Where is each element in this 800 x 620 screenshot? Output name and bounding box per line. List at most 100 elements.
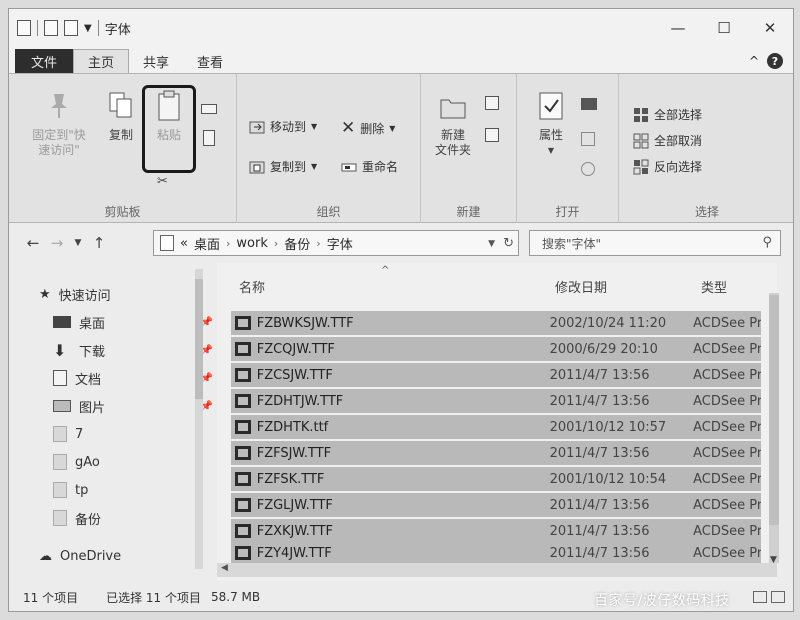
file-list-horizontal-scrollbar[interactable]: ◀ [217,563,777,577]
nav-item-backup[interactable]: 备份 [53,507,213,529]
pin-label-line2: 速访问" [38,143,80,157]
recent-locations-chevron-icon[interactable]: ▼ [69,238,87,248]
file-list-vertical-scrollbar[interactable]: ▼ [769,293,779,565]
new-folder-button[interactable]: 新建 文件夹 [429,90,477,158]
rename-button[interactable]: 重命名 [341,158,398,175]
font-file-icon [235,546,251,560]
file-row[interactable]: FZFSJW.TTF 2011/4/7 13:56 ACDSee Pr [231,441,761,465]
history-icon[interactable] [581,162,595,176]
move-to-dropdown-icon: ▼ [311,122,318,131]
tab-share[interactable]: 共享 [129,49,183,73]
nav-scrollbar-thumb[interactable] [195,279,203,399]
file-date: 2011/4/7 13:56 [549,367,650,383]
column-header-type[interactable]: 类型 [701,277,727,296]
refresh-icon[interactable]: ↻ [503,236,514,251]
font-file-icon [235,394,251,408]
scroll-left-chevron-icon[interactable]: ◀ [221,563,228,573]
file-row[interactable]: FZBWKSJW.TTF 2002/10/24 11:20 ACDSee Pr [231,311,761,335]
collapse-ribbon-icon[interactable]: ^ [749,54,759,68]
move-to-label: 移动到 [270,120,307,134]
title-bar: ▼ 字体 — ☐ ✕ [9,9,793,47]
tab-file[interactable]: 文件 [15,49,74,73]
invert-selection-icon [633,159,649,175]
nav-item-gao[interactable]: gAo [53,451,213,473]
file-row[interactable]: FZCSJW.TTF 2011/4/7 13:56 ACDSee Pr [231,363,761,387]
invert-selection-button[interactable]: 反向选择 [633,158,702,175]
select-none-button[interactable]: 全部取消 [633,132,702,149]
forward-arrow-icon[interactable]: → [45,234,69,252]
organize-group: 移动到 ▼ ✕ 删除 ▼ 复制到 ▼ 重命名 组织 [237,74,421,224]
large-icons-view-icon[interactable] [771,591,785,603]
pin-icon [45,90,73,122]
column-header-date[interactable]: 修改日期 [555,277,607,296]
nav-item-documents[interactable]: 文档 📌 [53,367,213,389]
search-box[interactable]: 搜索"字体" ⚲ [529,230,781,256]
new-folder-icon[interactable] [64,20,78,36]
nav-quick-access[interactable]: ★ 快速访问 [39,283,199,305]
file-row[interactable]: FZDHTJW.TTF 2011/4/7 13:56 ACDSee Pr [231,389,761,413]
tab-home[interactable]: 主页 [73,49,130,73]
new-item-icon[interactable] [485,96,499,110]
nav-scrollbar[interactable] [195,269,203,569]
folder-icon [17,20,31,36]
nav-item-7[interactable]: 7 [53,423,213,445]
address-bar[interactable]: « 桌面 › work › 备份 › 字体 ▼ ↻ [153,230,519,256]
nav-onedrive[interactable]: ☁ OneDrive [39,545,199,567]
nav-item-downloads[interactable]: ⬇ 下载 📌 [53,339,213,361]
folder-icon [53,426,67,442]
edit-icon[interactable] [581,132,595,146]
select-all-button[interactable]: 全部选择 [633,106,702,123]
minimize-button[interactable]: — [655,9,701,47]
breadcrumb-separator-icon[interactable]: › [316,237,320,250]
breadcrumb-backup[interactable]: 备份 [284,234,310,253]
breadcrumb-work[interactable]: work [236,236,267,251]
file-row[interactable]: FZY4JW.TTF 2011/4/7 13:56 ACDSee Pr [231,543,761,563]
address-dropdown-icon[interactable]: ▼ [488,236,495,251]
font-file-icon [235,524,251,538]
breadcrumb-fonts[interactable]: 字体 [327,234,353,253]
rename-icon [341,159,357,175]
nav-item-desktop[interactable]: 桌面 📌 [53,311,213,333]
file-row[interactable]: FZXKJW.TTF 2011/4/7 13:56 ACDSee Pr [231,519,761,543]
properties-icon[interactable] [44,20,58,36]
move-to-button[interactable]: 移动到 ▼ [249,118,317,135]
up-arrow-icon[interactable]: ↑ [87,234,111,252]
details-view-icon[interactable] [753,591,767,603]
copy-to-button[interactable]: 复制到 ▼ [249,158,317,175]
nav-item-pictures[interactable]: 图片 📌 [53,395,213,417]
file-row[interactable]: FZGLJW.TTF 2011/4/7 13:56 ACDSee Pr [231,493,761,517]
clipboard-group-label: 剪贴板 [104,205,141,219]
back-arrow-icon[interactable]: ← [21,234,45,252]
paste-highlight-frame [142,85,196,173]
file-row[interactable]: FZFSK.TTF 2001/10/12 10:54 ACDSee Pr [231,467,761,491]
paste-shortcut-icon[interactable] [203,130,215,146]
new-folder-icon [439,90,467,122]
close-button[interactable]: ✕ [747,9,793,47]
maximize-button[interactable]: ☐ [701,9,747,47]
delete-button[interactable]: ✕ 删除 ▼ [341,118,395,138]
breadcrumb-overflow[interactable]: « [180,236,188,251]
column-header-name[interactable]: 名称 [239,277,265,296]
file-type: ACDSee Pr [693,445,761,461]
invert-selection-label: 反向选择 [654,160,703,174]
copy-path-icon[interactable] [201,104,217,114]
file-row[interactable]: FZDHTK.ttf 2001/10/12 10:57 ACDSee Pr [231,415,761,439]
copy-button[interactable]: 复制 [101,90,141,143]
nav-item-tp[interactable]: tp [53,479,213,501]
breadcrumb-separator-icon[interactable]: › [226,237,230,250]
vertical-scrollbar-thumb[interactable] [769,295,779,525]
customize-toolbar-chevron-icon[interactable]: ▼ [84,23,92,34]
breadcrumb-separator-icon[interactable]: › [274,237,278,250]
pin-to-quick-access-button[interactable]: 固定到"快 速访问" [21,90,97,158]
file-row[interactable]: FZCQJW.TTF 2000/6/29 20:10 ACDSee Pr [231,337,761,361]
search-icon[interactable]: ⚲ [762,235,772,250]
help-icon[interactable]: ? [767,53,783,69]
properties-button[interactable]: 属性 ▼ [531,90,571,158]
easy-access-icon[interactable] [485,128,499,142]
select-group: 全部选择 全部取消 反向选择 选择 [619,74,795,224]
tab-view[interactable]: 查看 [183,49,237,73]
breadcrumb-desktop[interactable]: 桌面 [194,234,220,253]
open-icon[interactable] [581,98,597,110]
file-date: 2002/10/24 11:20 [549,315,667,331]
cut-scissors-icon[interactable]: ✂ [157,174,168,189]
